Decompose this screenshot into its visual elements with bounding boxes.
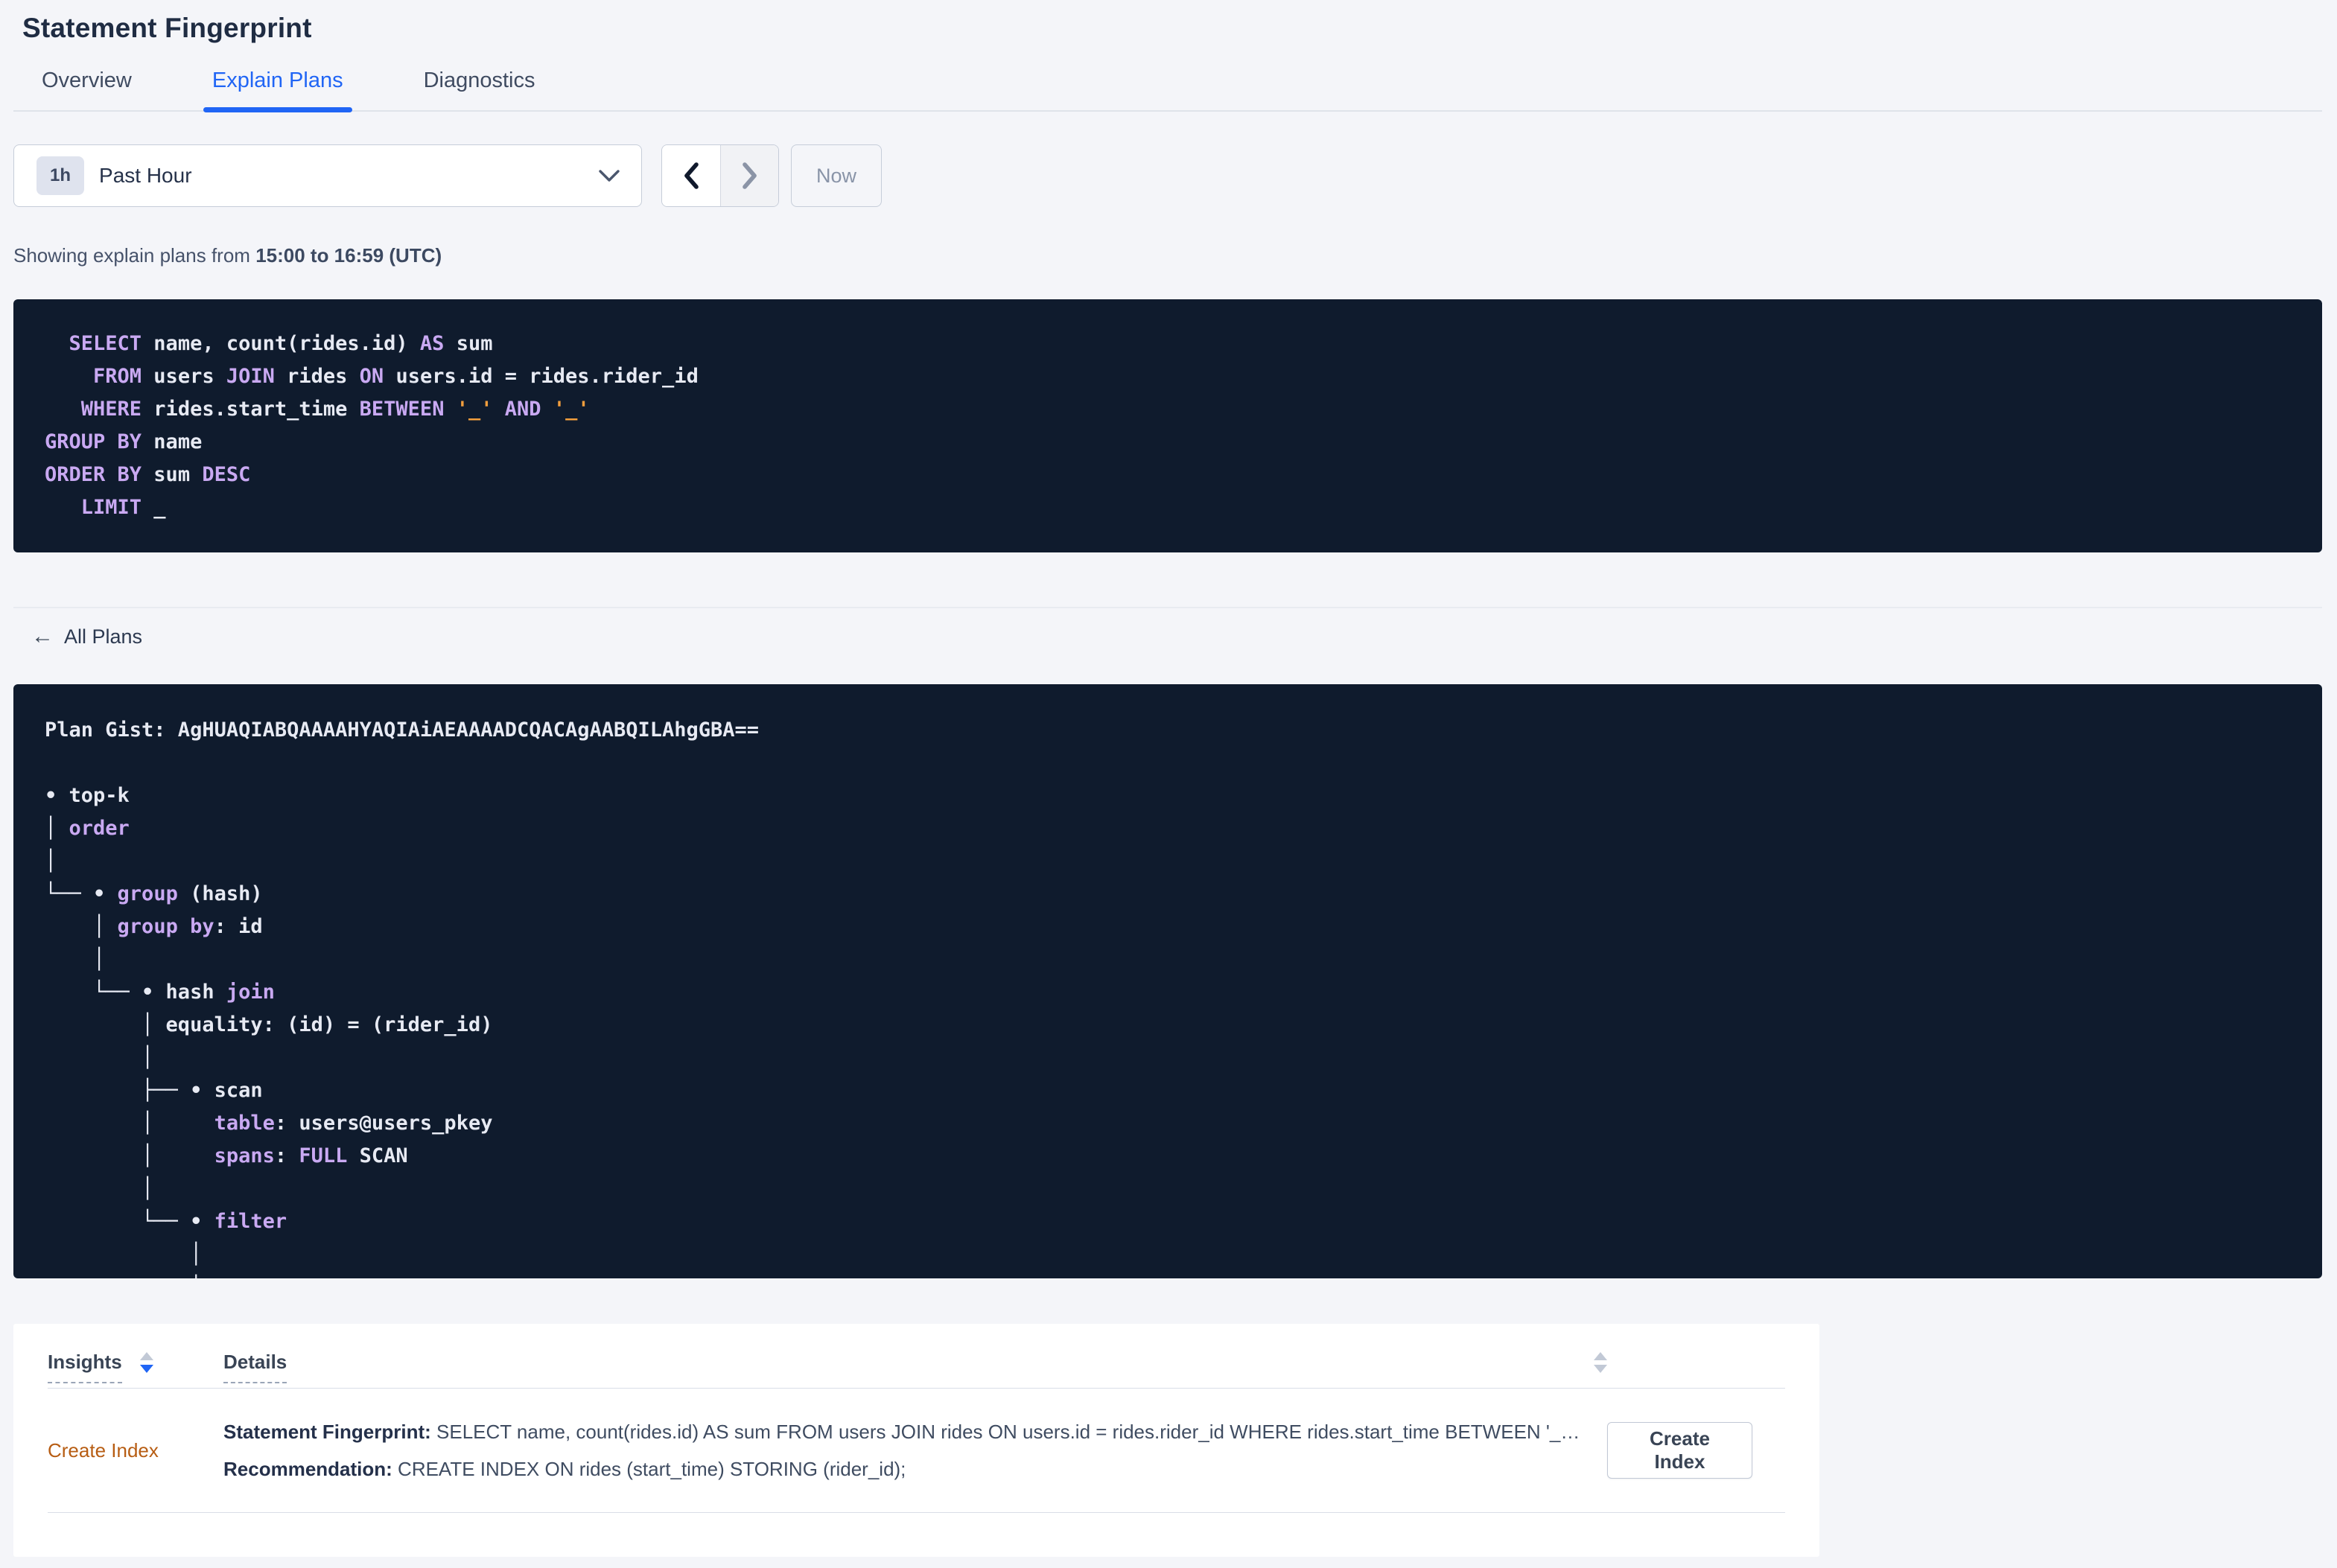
time-toolbar: 1h Past Hour Now — [13, 144, 2322, 207]
next-range-button[interactable] — [720, 145, 778, 206]
tab-bar: Overview Explain Plans Diagnostics — [13, 67, 2322, 112]
chevron-down-icon — [598, 169, 620, 182]
section-divider — [13, 607, 2322, 608]
insights-header-label[interactable]: Insights — [48, 1351, 122, 1383]
table-row: Create Index Statement Fingerprint: SELE… — [48, 1389, 1785, 1512]
now-button[interactable]: Now — [791, 144, 882, 207]
action-cell: Create Index — [1607, 1422, 1785, 1479]
sort-asc-icon — [1594, 1352, 1607, 1360]
chevron-left-icon — [681, 162, 701, 190]
time-range-label: Past Hour — [99, 164, 192, 187]
time-range-dropdown[interactable]: 1h Past Hour — [13, 144, 642, 207]
sort-desc-icon — [139, 1365, 153, 1373]
row-divider — [48, 1512, 1785, 1513]
recommendation-line: Recommendation: CREATE INDEX ON rides (s… — [223, 1458, 906, 1480]
statement-fingerprint-line: Statement Fingerprint: SELECT name, coun… — [223, 1421, 1580, 1443]
chevron-right-icon — [740, 162, 760, 190]
sort-desc-icon — [1594, 1365, 1607, 1373]
sort-arrows-icon[interactable] — [139, 1351, 153, 1373]
time-range-badge: 1h — [36, 156, 85, 195]
details-cell: Statement Fingerprint: SELECT name, coun… — [223, 1413, 1607, 1488]
time-pager — [661, 144, 779, 207]
showing-range-text: Showing explain plans from 15:00 to 16:5… — [13, 244, 442, 267]
prev-range-button[interactable] — [662, 145, 720, 206]
arrow-left-icon: ← — [31, 624, 54, 648]
details-header-label[interactable]: Details — [223, 1351, 287, 1383]
insights-table-header: Insights Details — [48, 1351, 1785, 1383]
sort-asc-icon — [139, 1352, 153, 1360]
sort-arrows-icon[interactable] — [1594, 1351, 1607, 1373]
details-column-header: Details — [223, 1351, 1607, 1383]
tab-diagnostics[interactable]: Diagnostics — [418, 67, 541, 110]
create-index-button[interactable]: Create Index — [1607, 1422, 1752, 1479]
time-window-value: 15:00 to 16:59 (UTC) — [255, 244, 442, 267]
explain-plans-page: Statement Fingerprint Overview Explain P… — [0, 0, 2337, 1557]
page-title: Statement Fingerprint — [22, 13, 312, 43]
tab-overview[interactable]: Overview — [36, 67, 138, 110]
create-index-link[interactable]: Create Index — [48, 1439, 159, 1462]
all-plans-back-link[interactable]: ← All Plans — [13, 622, 142, 651]
insight-cell: Create Index — [48, 1439, 223, 1462]
insights-column-header: Insights — [48, 1351, 223, 1383]
sql-fingerprint-block: SELECT name, count(rides.id) AS sum FROM… — [13, 299, 2322, 552]
all-plans-label: All Plans — [64, 625, 143, 648]
plan-gist-block: Plan Gist: AgHUAQIABQAAAAHYAQIAiAEAAAADC… — [13, 684, 2322, 1278]
tab-explain-plans[interactable]: Explain Plans — [203, 67, 352, 112]
insights-card: Insights Details Create Index Statement … — [13, 1324, 1819, 1557]
